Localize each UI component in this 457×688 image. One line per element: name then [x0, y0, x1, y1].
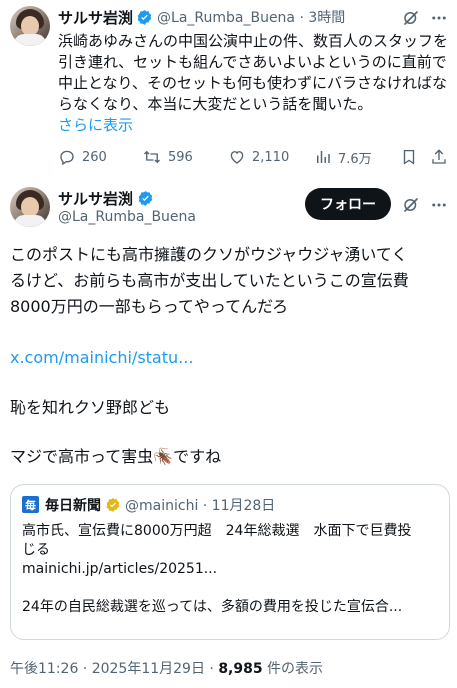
view-count: 8,985: [218, 661, 263, 677]
card-handle-date: @mainichi · 11月28日: [125, 498, 276, 514]
follow-button[interactable]: フォロー: [305, 188, 391, 220]
avatar[interactable]: [10, 6, 50, 46]
views-button[interactable]: 7.6万: [314, 146, 372, 168]
card-headline: 高市氏、宣伝費に8000万円超 24年総裁選 水面下で巨費投: [22, 523, 412, 539]
gold-verified-badge-icon: [105, 497, 121, 513]
grok-icon[interactable]: [402, 196, 420, 214]
tweet-meta: 午後11:26 · 2025年11月29日 · 8,985 件の表示: [10, 658, 323, 678]
main-tweet-header: サルサ岩渕: [58, 188, 154, 208]
share-icon[interactable]: [430, 148, 448, 166]
retweet-icon: [142, 148, 162, 166]
tweet-text-line-with-emoji: マジで高市って害虫 🪳 ですね: [10, 445, 221, 469]
verified-badge-icon: [136, 9, 153, 26]
card-url: mainichi.jp/articles/20251...: [22, 561, 218, 577]
like-button[interactable]: 2,110: [228, 146, 289, 168]
verified-badge-icon: [137, 190, 154, 207]
cockroach-emoji: 🪳: [153, 447, 174, 466]
tweet-text-line: るけど、お前らも高市が支出していたというこの宣伝費: [10, 271, 409, 290]
tweet-link[interactable]: x.com/mainichi/statu...: [10, 346, 193, 370]
author-name[interactable]: サルサ岩渕: [58, 7, 133, 28]
tweet-header: サルサ岩渕 @La_Rumba_Buena · 3時間: [58, 6, 345, 28]
card-source-name: 毎日新聞: [45, 498, 101, 514]
tweet-text-line: 8000万円の一部もらってやってんだろ: [10, 297, 289, 316]
main-tweet-text: このポストにも高市擁護のクソがウジャウジャ湧いてく るけど、お前らも高市が支出し…: [10, 242, 450, 320]
tweet-text-fragment: マジで高市って害虫: [10, 447, 154, 466]
tweet-text-line: 浜崎あゆみさんの中国公演中止の件、数百人のスタッフを: [58, 32, 449, 50]
more-options-icon[interactable]: [430, 9, 448, 27]
card-headline: じる: [22, 542, 50, 558]
tweet-text-line: このポストにも高市擁護のクソがウジャウジャ湧いてく: [10, 245, 408, 264]
card-body: 高市氏、宣伝費に8000万円超 24年総裁選 水面下で巨費投 じる mainic…: [22, 522, 442, 617]
bookmark-icon[interactable]: [400, 148, 418, 166]
heart-icon: [228, 148, 246, 166]
tweet-text-fragment: ですね: [173, 447, 222, 466]
reply-count: 260: [82, 149, 107, 165]
like-count: 2,110: [252, 149, 290, 165]
avatar[interactable]: [10, 187, 50, 227]
tweet-text-line: 引き連れ、セットも組んでさあいよいよというのに直前で: [58, 53, 447, 71]
show-more-link[interactable]: さらに表示: [58, 115, 450, 136]
retweet-count: 596: [168, 149, 193, 165]
author-handle[interactable]: @La_Rumba_Buena: [58, 209, 196, 225]
reply-button[interactable]: 260: [58, 146, 107, 168]
analytics-icon: [314, 148, 332, 166]
views-count: 7.6万: [338, 151, 372, 167]
tweet-text: 浜崎あゆみさんの中国公演中止の件、数百人のスタッフを 引き連れ、セットも組んでさ…: [58, 31, 450, 136]
retweet-button[interactable]: 596: [142, 146, 193, 168]
mainichi-logo-icon: 毎: [22, 496, 39, 513]
card-header: 毎日新聞 @mainichi · 11月28日: [45, 495, 275, 515]
reply-icon: [58, 148, 76, 166]
tweet-text-line: らなくなり、本当に大変だという話を聞いた。: [58, 95, 373, 113]
tweet-text-line: 中止となり、そのセットも何も使わずにバラさなければな: [58, 74, 447, 92]
card-excerpt: 24年の自民総裁選を巡っては、多額の費用を投じた宣伝合...: [22, 599, 403, 615]
author-name[interactable]: サルサ岩渕: [58, 188, 133, 209]
handle-and-time: @La_Rumba_Buena · 3時間: [157, 10, 346, 26]
views-label: 件の表示: [262, 661, 324, 677]
more-options-icon[interactable]: [430, 196, 448, 214]
timestamp[interactable]: 午後11:26 · 2025年11月29日 ·: [10, 661, 218, 677]
quoted-post-card[interactable]: 毎 毎日新聞 @mainichi · 11月28日 高市氏、宣伝費に8000万円…: [10, 484, 450, 640]
grok-icon[interactable]: [402, 9, 420, 27]
tweet-text-line: 恥を知れクソ野郎ども: [10, 398, 171, 417]
